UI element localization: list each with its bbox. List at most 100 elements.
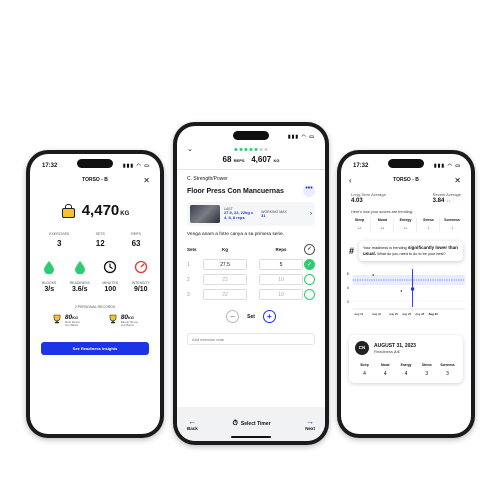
record-item: 80KG Rest Remo con Barra bbox=[52, 314, 80, 328]
set-complete-checkbox[interactable] bbox=[304, 289, 315, 301]
last-value: 4, 8, 8 reps bbox=[224, 215, 245, 220]
metric-value: 9/10 bbox=[133, 286, 148, 293]
chevron-right-icon: › bbox=[310, 211, 312, 217]
blocks-drop-icon bbox=[44, 261, 55, 275]
back-icon[interactable]: ‹ bbox=[349, 176, 352, 185]
records-title: 2 PERSONAL RECORDS bbox=[74, 305, 116, 309]
progress-dot bbox=[254, 147, 258, 151]
exercise-notes: Venga anam a fotre canya a sa primera se… bbox=[187, 232, 285, 237]
workout-metrics: BLOCKS 3/s READINESS 3.6/s MINUTES 100 I… bbox=[30, 260, 160, 293]
kg-input[interactable]: 27.5 bbox=[203, 259, 247, 271]
metric-label: BLOCKS bbox=[42, 281, 57, 285]
more-options-icon[interactable]: ••• bbox=[303, 185, 315, 197]
workout-summary-screen: 17:32 ▮▮▮ ◠ ▭ TORSO - B ✕ 4,470KG EXERCI… bbox=[30, 154, 160, 434]
readiness-chart[interactable]: 5 4 3 Aug 16 Aug 22 Aug 25 Aug 25 Aug 28… bbox=[345, 267, 467, 323]
readiness-insights-screen: 17:32 ▮▮▮ ◠ ▭ ‹ TORSO - B ✕ Long-Term Av… bbox=[341, 154, 471, 434]
remove-set-button[interactable]: − bbox=[226, 310, 240, 324]
score-soreness: Soreness 3 bbox=[438, 363, 457, 377]
kg-input[interactable]: 22 bbox=[203, 274, 247, 286]
next-label: Next bbox=[305, 426, 315, 431]
score-value: 4 bbox=[404, 371, 408, 378]
notch bbox=[388, 159, 424, 168]
average-value: 3.84 bbox=[432, 198, 445, 204]
score-value: 3 bbox=[446, 371, 449, 378]
averages: Long-Term Average 4.03 Recent Average 3.… bbox=[341, 188, 471, 204]
status-icons: ▮▮▮ ◠ ▭ bbox=[122, 163, 150, 169]
y-tick-label: 4 bbox=[347, 286, 349, 290]
stat-label: EXERCISES bbox=[49, 232, 70, 236]
progress-dot bbox=[264, 147, 268, 151]
reps-input[interactable]: 5 bbox=[259, 259, 303, 271]
readiness-day-card: CN AUGUST 31, 2023 Readiness 2.6 Sleep 4 … bbox=[349, 335, 463, 383]
metric-stress: Stress ↓ bbox=[418, 218, 440, 231]
trend-down-icon: ↓ bbox=[450, 225, 454, 231]
score-value: 4 bbox=[363, 371, 366, 378]
metric-soreness: Soreness ↓ bbox=[441, 218, 463, 231]
close-icon[interactable]: ✕ bbox=[143, 176, 150, 185]
reps-input[interactable]: 10 bbox=[259, 274, 303, 286]
metric-value: 3.6/s bbox=[71, 286, 88, 293]
exercise-title: Floor Press Con Mancuernas bbox=[187, 187, 284, 195]
metric-readiness: READINESS 3.6/s bbox=[66, 260, 94, 293]
next-button[interactable]: → Next bbox=[305, 417, 315, 431]
arrow-left-icon: ← bbox=[188, 417, 197, 426]
set-row: 1 27.5 5 ✓ bbox=[177, 255, 325, 271]
score-label: Soreness bbox=[440, 363, 455, 368]
score-value: 3 bbox=[425, 371, 429, 378]
status-time: 17:32 bbox=[353, 163, 369, 169]
metric-mood: Mood ↔ bbox=[372, 218, 394, 231]
progress-dots bbox=[234, 147, 268, 151]
set-number: 3 bbox=[187, 291, 190, 298]
score-value: 4 bbox=[383, 371, 387, 378]
select-timer-button[interactable]: ⏱ Select Timer bbox=[232, 420, 270, 428]
personal-records: 80KG Rest Remo con Barra 80KG Elevar Rem… bbox=[30, 314, 160, 328]
data-point bbox=[372, 274, 374, 277]
sets-header: Sets Kg Reps ✓ bbox=[177, 238, 325, 256]
score-label: Sleep bbox=[360, 363, 369, 368]
workout-title: TORSO - B bbox=[393, 177, 419, 183]
reps-value: 68 bbox=[222, 155, 232, 164]
progress-dot bbox=[249, 147, 253, 151]
trend-flat-icon: ↔ bbox=[379, 225, 386, 231]
hashtag-icon: # bbox=[349, 246, 355, 257]
readiness-value: 2.6 bbox=[394, 348, 400, 354]
stat-label: SETS bbox=[95, 232, 105, 236]
logger-bottom-nav: ← Back ⏱ Select Timer → Next bbox=[177, 407, 325, 441]
readiness-drop-icon bbox=[74, 261, 85, 275]
total-tonnage: 4,470KG bbox=[30, 202, 160, 220]
phone-workout-summary: 17:32 ▮▮▮ ◠ ▭ TORSO - B ✕ 4,470KG EXERCI… bbox=[26, 150, 164, 438]
x-tick-label: Aug 31 bbox=[429, 312, 439, 316]
x-tick-label: Aug 25 bbox=[389, 312, 398, 316]
complete-all-icon[interactable]: ✓ bbox=[304, 244, 315, 256]
last-column: LAST 27.5, 22, 22kg x 4, 8, 8 reps bbox=[224, 207, 253, 221]
stat-value: 12 bbox=[95, 239, 105, 248]
stat-label: REPS bbox=[131, 232, 141, 236]
back-button[interactable]: ← Back bbox=[187, 417, 198, 431]
set-row: 3 22 10 bbox=[177, 285, 325, 301]
trend-metrics: Sleep ↔ Mood ↔ Energy ↔ Stress ↓ Soreness ↓ bbox=[341, 214, 471, 231]
progress-dot bbox=[244, 147, 248, 151]
workout-title: TORSO - B bbox=[82, 177, 108, 183]
set-row: 2 22 10 bbox=[177, 270, 325, 286]
see-readiness-insights-button[interactable]: See Readiness Insights bbox=[41, 341, 149, 355]
kg-input[interactable]: 22 bbox=[203, 289, 247, 301]
metric-label: Sleep bbox=[354, 218, 365, 222]
exercise-note-input[interactable] bbox=[187, 333, 315, 346]
arrow-right-icon: → bbox=[306, 417, 315, 426]
add-set-button[interactable]: + bbox=[262, 310, 276, 324]
trend-caption: Here's how your scores are trending: bbox=[351, 210, 413, 214]
set-label: Set bbox=[247, 313, 255, 320]
x-tick-label: Aug 25 bbox=[402, 312, 411, 316]
tooltip-text: What do you need to do to be your best? bbox=[376, 252, 446, 257]
trophy-icon bbox=[109, 314, 117, 324]
kettlebell-icon bbox=[61, 204, 76, 218]
set-complete-checkbox[interactable]: ✓ bbox=[304, 259, 315, 271]
close-icon[interactable]: ✕ bbox=[454, 176, 461, 185]
chevron-down-icon[interactable]: ⌄ bbox=[187, 145, 193, 153]
trend-flat-icon: ↔ bbox=[356, 225, 363, 231]
reps-input[interactable]: 10 bbox=[259, 289, 303, 301]
status-icons: ▮▮▮ ◠ ▭ bbox=[433, 163, 461, 169]
set-complete-checkbox[interactable] bbox=[304, 274, 315, 286]
last-performance-card[interactable]: LAST 27.5, 22, 22kg x 4, 8, 8 reps WORKI… bbox=[187, 202, 315, 226]
score-label: Mood bbox=[381, 363, 390, 368]
